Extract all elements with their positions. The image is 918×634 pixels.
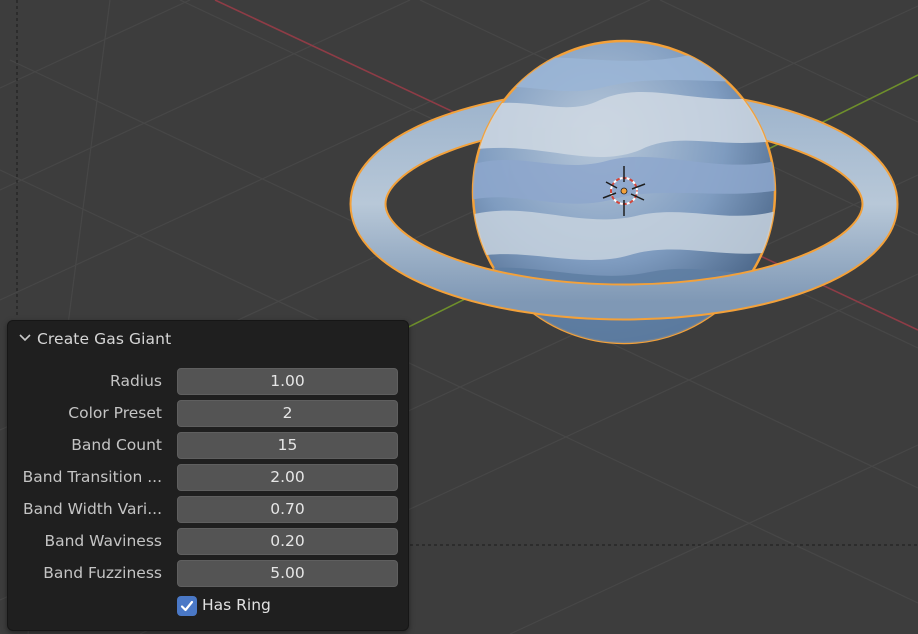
property-label: Band Fuzziness	[43, 564, 162, 582]
property-row-band-fuzziness: Band Fuzziness 5.00	[8, 560, 408, 588]
property-label: Radius	[110, 372, 162, 390]
band-fuzziness-field[interactable]: 5.00	[177, 560, 398, 587]
property-label: Band Count	[71, 436, 162, 454]
property-label: Band Waviness	[44, 532, 162, 550]
operator-panel: Create Gas Giant Radius 1.00 Color Prese…	[7, 320, 409, 631]
operator-panel-title: Create Gas Giant	[37, 330, 172, 348]
band-transition-field[interactable]: 2.00	[177, 464, 398, 491]
property-row-band-transition: Band Transition ... 2.00	[8, 464, 408, 492]
property-row-color-preset: Color Preset 2	[8, 400, 408, 428]
band-count-field[interactable]: 15	[177, 432, 398, 459]
property-label: Band Transition ...	[22, 468, 162, 486]
property-row-band-waviness: Band Waviness 0.20	[8, 528, 408, 556]
operator-panel-header[interactable]: Create Gas Giant	[8, 321, 408, 357]
has-ring-label[interactable]: Has Ring	[202, 596, 271, 614]
checkmark-icon	[180, 600, 194, 612]
band-width-variation-field[interactable]: 0.70	[177, 496, 398, 523]
property-label: Color Preset	[68, 404, 162, 422]
radius-field[interactable]: 1.00	[177, 368, 398, 395]
band-waviness-field[interactable]: 0.20	[177, 528, 398, 555]
property-row-radius: Radius 1.00	[8, 368, 408, 396]
has-ring-checkbox[interactable]	[177, 596, 197, 616]
property-label: Band Width Vari...	[22, 500, 162, 518]
property-row-band-width-variation: Band Width Vari... 0.70	[8, 496, 408, 524]
chevron-down-icon[interactable]	[18, 333, 32, 343]
color-preset-field[interactable]: 2	[177, 400, 398, 427]
property-row-band-count: Band Count 15	[8, 432, 408, 460]
